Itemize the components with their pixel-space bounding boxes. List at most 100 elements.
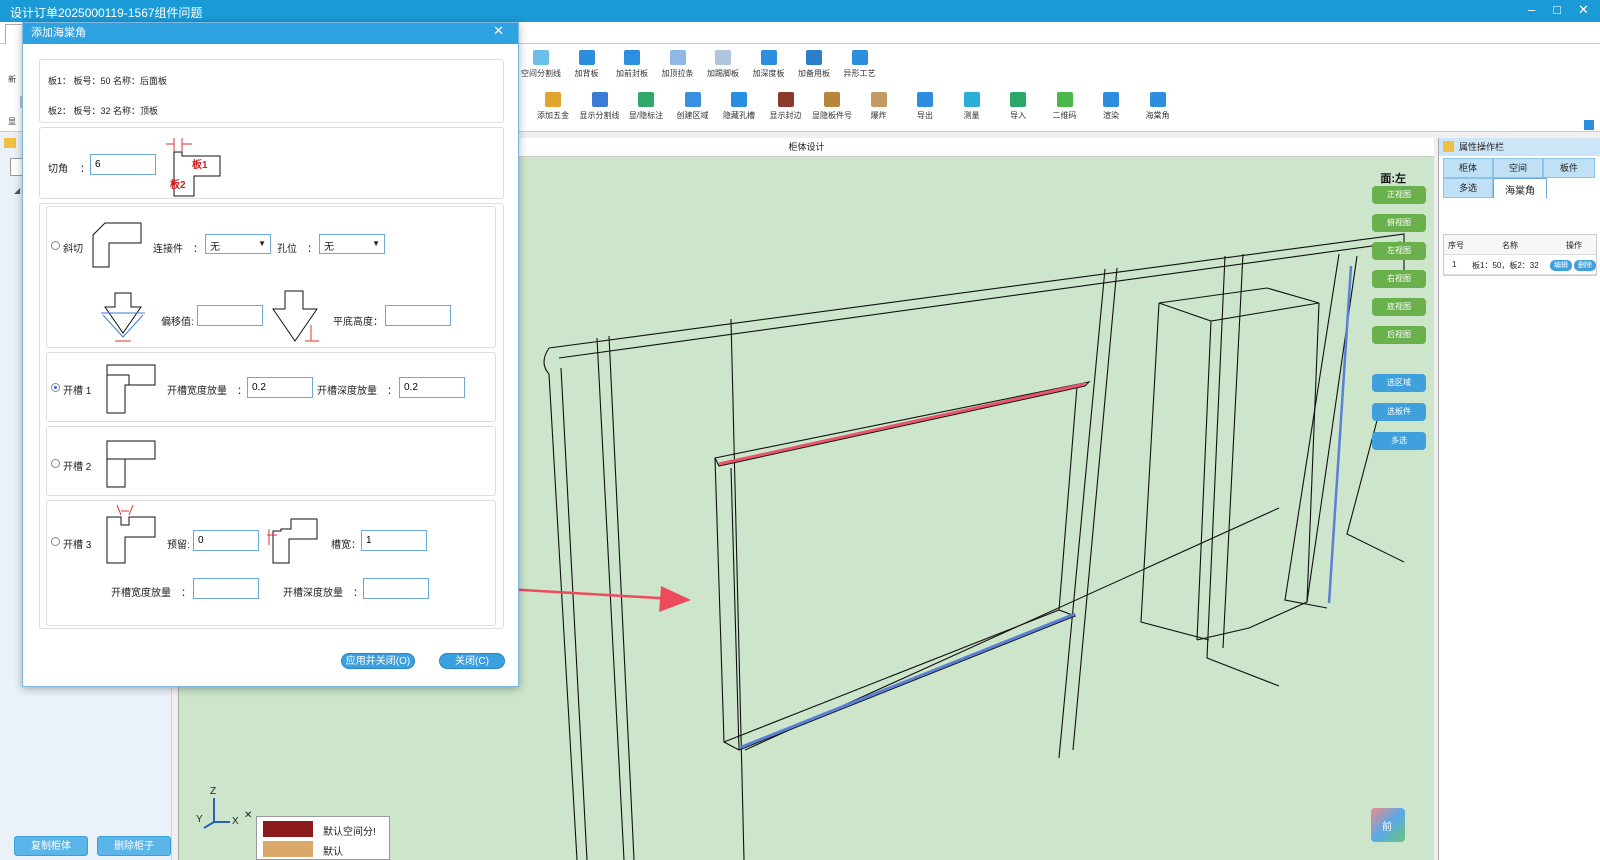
connector-label: 连接件 bbox=[153, 244, 183, 255]
ribbon-button-b3[interactable]: 创建区域 bbox=[668, 92, 718, 121]
reserve-input[interactable] bbox=[193, 530, 259, 551]
ribbon-button-b9[interactable]: 测量 bbox=[947, 92, 997, 121]
ribbon-expand-icon[interactable] bbox=[1584, 120, 1594, 130]
row-edit-button[interactable]: 编辑 bbox=[1550, 260, 1572, 271]
view-button-3[interactable]: 右视图 bbox=[1372, 270, 1426, 288]
property-table: 序号 名称 操作 1 板1：50，板2：32 编辑 删除 bbox=[1443, 234, 1597, 276]
offset-input[interactable] bbox=[197, 305, 263, 326]
slot1-depth-input[interactable] bbox=[399, 377, 465, 398]
ribbon-button-label: 显示分割线 bbox=[579, 111, 620, 120]
slot3-radio[interactable] bbox=[51, 537, 60, 546]
dialog-close-icon[interactable]: ✕ bbox=[493, 23, 504, 39]
slot1-label: 开槽 1 bbox=[63, 386, 92, 397]
cut-angle-box: 切角 ： 板1 板2 bbox=[39, 127, 504, 199]
slot3-width-input[interactable] bbox=[193, 578, 259, 599]
maximize-button[interactable]: □ bbox=[1553, 2, 1561, 17]
ribbon-button-b7[interactable]: 爆炸 bbox=[854, 92, 904, 121]
select-button-1[interactable]: 选板件 bbox=[1372, 403, 1426, 421]
ribbon-button-b12[interactable]: 渲染 bbox=[1086, 92, 1136, 121]
view-cube-icon[interactable]: 前 bbox=[1371, 808, 1405, 842]
panel-left-edge-1 bbox=[548, 373, 578, 860]
ribbon-tool-icon bbox=[917, 92, 933, 107]
property-tab-1[interactable]: 空间 bbox=[1493, 158, 1543, 178]
ribbon-button-b4[interactable]: 隐藏孔槽 bbox=[714, 92, 764, 121]
ribbon-button-a0[interactable]: 空间分割线 bbox=[516, 50, 566, 79]
view-button-2[interactable]: 左视图 bbox=[1372, 242, 1426, 260]
delete-cabinet-button[interactable]: 删除柜子 bbox=[97, 836, 171, 856]
ribbon-button-label: 隐藏孔槽 bbox=[723, 111, 755, 120]
ribbon-button-a7[interactable]: 异形工艺 bbox=[835, 50, 885, 79]
ribbon-tool-icon bbox=[1010, 92, 1026, 107]
slot3-depth-colon: ： bbox=[353, 588, 363, 599]
ribbon-button-b13[interactable]: 海棠角 bbox=[1133, 92, 1183, 121]
copy-cabinet-button[interactable]: 复制柜体 bbox=[14, 836, 88, 856]
groove-width-label: 槽宽： bbox=[331, 540, 361, 551]
slot1-radio[interactable] bbox=[51, 383, 60, 392]
highlight-board-1 bbox=[718, 382, 1086, 466]
document-tab[interactable] bbox=[5, 24, 23, 44]
ribbon-button-label: 爆炸 bbox=[870, 111, 887, 120]
ribbon-button-label: 加前封板 bbox=[616, 69, 648, 78]
window-title: 设计订单2025000119-1567组件问题 bbox=[10, 6, 203, 20]
property-tab-2[interactable]: 板件 bbox=[1543, 158, 1595, 178]
ribbon-button-a3[interactable]: 加顶拉条 bbox=[653, 50, 703, 79]
bevel-radio[interactable] bbox=[51, 241, 60, 250]
ribbon-button-b2[interactable]: 显/隐标注 bbox=[621, 92, 671, 121]
property-tab-0[interactable]: 柜体 bbox=[1443, 158, 1493, 178]
groove-width-input[interactable] bbox=[361, 530, 427, 551]
hole-select[interactable]: 无 ▼ bbox=[319, 234, 385, 254]
slot3-depth-input[interactable] bbox=[363, 578, 429, 599]
ribbon-tool-icon bbox=[669, 50, 686, 65]
connector-select[interactable]: 无 ▼ bbox=[205, 234, 271, 254]
table-row[interactable]: 1 板1：50，板2：32 编辑 删除 bbox=[1444, 255, 1596, 275]
select-button-0[interactable]: 选区域 bbox=[1372, 374, 1426, 392]
ribbon-button-b11[interactable]: 二维码 bbox=[1040, 92, 1090, 121]
ribbon-button-b0[interactable]: 添加五金 bbox=[528, 92, 578, 121]
diagram-board2-label: 板2 bbox=[170, 180, 186, 191]
ribbon-cut-label-1: 新 bbox=[8, 75, 16, 84]
view-button-5[interactable]: 后视图 bbox=[1372, 326, 1426, 344]
ribbon-button-a4[interactable]: 加踢脚板 bbox=[698, 50, 748, 79]
ribbon-button-label: 创建区域 bbox=[676, 111, 709, 120]
chevron-down-icon: ▼ bbox=[258, 239, 266, 248]
ribbon-tool-icon bbox=[715, 50, 731, 65]
ribbon-button-label: 异形工艺 bbox=[843, 69, 876, 78]
minimize-button[interactable]: ‒ bbox=[1528, 2, 1535, 17]
select-button-2[interactable]: 多选 bbox=[1372, 432, 1426, 450]
close-window-button[interactable]: ✕ bbox=[1578, 2, 1589, 18]
ribbon-button-a2[interactable]: 加前封板 bbox=[607, 50, 657, 79]
property-tab-4[interactable]: 海棠角 bbox=[1493, 178, 1547, 198]
bottom-height-input[interactable] bbox=[385, 305, 451, 326]
col-index-header: 序号 bbox=[1448, 241, 1464, 250]
ribbon-button-label: 显隐板件号 bbox=[812, 111, 852, 120]
ribbon-tool-icon bbox=[963, 92, 980, 107]
ribbon-tool-icon bbox=[760, 50, 777, 65]
close-button[interactable]: 关闭(C) bbox=[439, 653, 505, 669]
slot2-radio[interactable] bbox=[51, 459, 60, 468]
cut-angle-input[interactable] bbox=[90, 154, 156, 175]
tree-toggle-icon[interactable]: ◢ bbox=[14, 186, 20, 195]
ribbon-button-a1[interactable]: 加背板 bbox=[562, 50, 612, 79]
ribbon-button-label: 测量 bbox=[963, 111, 980, 120]
property-tab-3[interactable]: 多选 bbox=[1443, 178, 1493, 198]
ribbon-button-b10[interactable]: 导入 bbox=[993, 92, 1043, 121]
view-button-1[interactable]: 俯视图 bbox=[1372, 214, 1426, 232]
ribbon-button-b5[interactable]: 显示封边 bbox=[761, 92, 811, 121]
ribbon-button-a5[interactable]: 加深度板 bbox=[744, 50, 794, 79]
ribbon-button-b1[interactable]: 显示分割线 bbox=[575, 92, 625, 121]
bevel-section: 斜切 连接件 ： 无 ▼ 孔位 ： 无 ▼ 偏移值: 平底高度： bbox=[46, 206, 496, 348]
row-delete-button[interactable]: 删除 bbox=[1574, 260, 1596, 271]
ribbon-button-b8[interactable]: 导出 bbox=[900, 92, 950, 121]
legend-close-icon[interactable]: ✕ bbox=[244, 810, 252, 821]
material-legend: 默认空间分! 默认 bbox=[256, 816, 390, 860]
view-button-0[interactable]: 正视图 bbox=[1372, 186, 1426, 204]
slot1-section: 开槽 1 开槽宽度放量 ： 开槽深度放量 ： bbox=[46, 352, 496, 422]
ribbon-button-b6[interactable]: 显隐板件号 bbox=[807, 92, 857, 121]
apply-and-close-button[interactable]: 应用并关闭(O) bbox=[341, 653, 415, 669]
connector-colon: ： bbox=[193, 244, 203, 255]
ribbon-button-a6[interactable]: 加备用板 bbox=[789, 50, 839, 79]
ribbon-button-label: 加备用板 bbox=[798, 69, 830, 78]
view-button-4[interactable]: 底视图 bbox=[1372, 298, 1426, 316]
cut-angle-colon: ： bbox=[80, 164, 90, 175]
slot1-width-input[interactable] bbox=[247, 377, 313, 398]
